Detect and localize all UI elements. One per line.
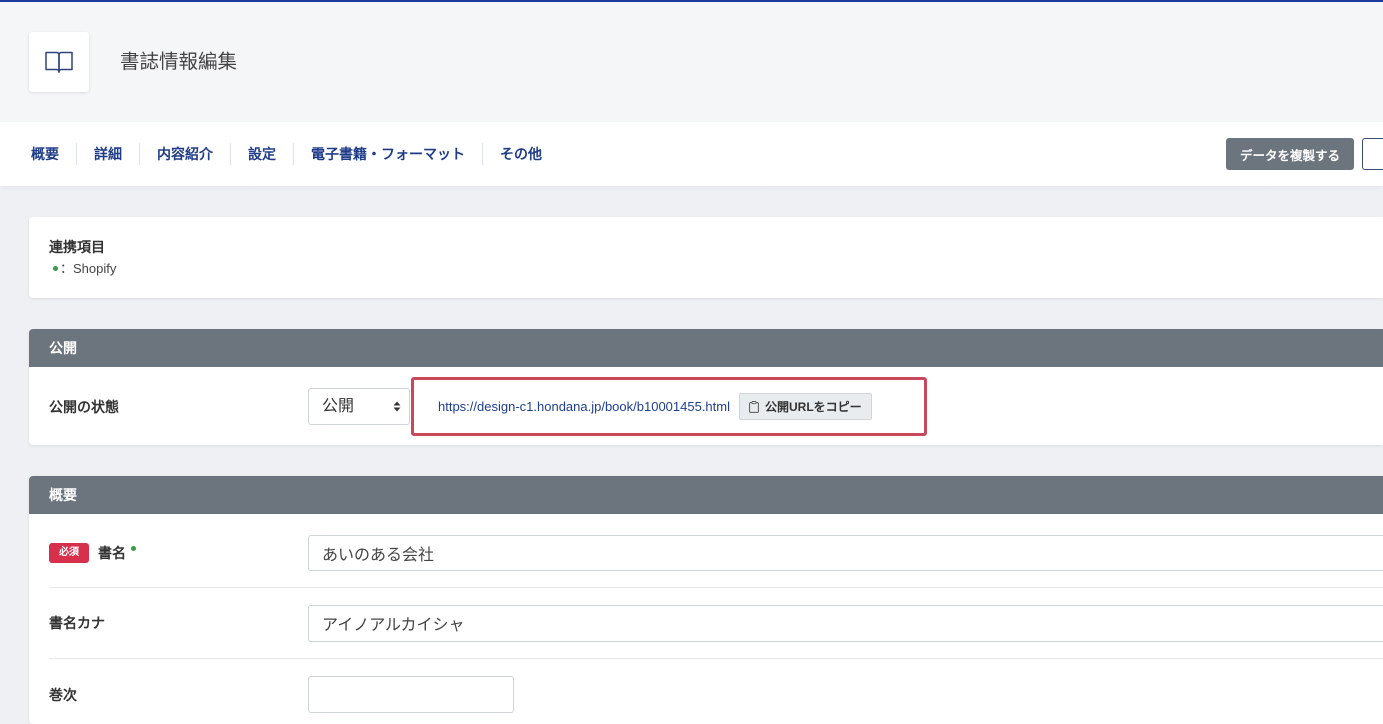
tab-list: 概要 詳細 内容紹介 設定 電子書籍・フォーマット その他 xyxy=(14,143,559,165)
book-title-label-group: 必須 書名 xyxy=(49,542,308,563)
public-url-link[interactable]: https://design-c1.hondana.jp/book/b10001… xyxy=(438,399,730,414)
tab-item-overview: 概要 xyxy=(14,143,76,165)
tab-description[interactable]: 内容紹介 xyxy=(157,146,213,162)
overview-section-header: 概要 xyxy=(29,476,1383,514)
tab-item-description: 内容紹介 xyxy=(139,143,230,165)
form-row-volume: 巻次 xyxy=(49,659,1383,724)
tab-details[interactable]: 詳細 xyxy=(94,146,122,162)
overview-section: 概要 必須 書名 書名カナ 巻次 xyxy=(29,476,1383,724)
volume-label: 巻次 xyxy=(49,686,77,703)
tab-item-settings: 設定 xyxy=(230,143,293,165)
top-accent-bar xyxy=(0,0,1383,2)
publish-section-header: 公開 xyxy=(29,329,1383,367)
tab-settings[interactable]: 設定 xyxy=(248,146,276,162)
integration-title: 連携項目 xyxy=(49,239,105,255)
tab-ebook-format[interactable]: 電子書籍・フォーマット xyxy=(311,146,465,162)
tab-bar: 概要 詳細 内容紹介 設定 電子書籍・フォーマット その他 データを複製する xyxy=(0,122,1383,186)
tab-other[interactable]: その他 xyxy=(500,146,542,162)
tab-item-ebook-format: 電子書籍・フォーマット xyxy=(293,143,482,165)
form-row-book-title-kana: 書名カナ xyxy=(49,588,1383,659)
publish-status-select-wrap: 公開 xyxy=(308,388,410,425)
tab-overview[interactable]: 概要 xyxy=(31,146,59,162)
tab-item-details: 詳細 xyxy=(76,143,139,165)
book-title-kana-input[interactable] xyxy=(308,604,1383,642)
volume-label-group: 巻次 xyxy=(49,685,308,705)
sync-indicator-dot xyxy=(131,546,136,551)
book-title-kana-label: 書名カナ xyxy=(49,615,105,631)
publish-status-label: 公開の状態 xyxy=(49,399,119,415)
page-icon-box xyxy=(29,32,89,92)
book-icon xyxy=(45,51,73,73)
secondary-action-button[interactable] xyxy=(1362,138,1383,170)
publish-section: 公開 公開の状態 公開 https://design-c1.hondana.jp… xyxy=(29,329,1383,445)
book-title-label: 書名 xyxy=(98,544,126,561)
volume-input[interactable] xyxy=(308,676,514,713)
book-info-edit-page: 書誌情報編集 概要 詳細 内容紹介 設定 電子書籍・フォーマット その他 データ… xyxy=(0,0,1383,724)
copy-public-url-label: 公開URLをコピー xyxy=(765,400,862,414)
copy-public-url-button[interactable]: 公開URLをコピー xyxy=(739,393,872,420)
book-title-input[interactable] xyxy=(308,534,1383,571)
page-title: 書誌情報編集 xyxy=(120,51,238,73)
duplicate-data-button[interactable]: データを複製する xyxy=(1226,138,1354,170)
integration-card: 連携項目 ：Shopify xyxy=(29,217,1383,298)
public-url-highlight-box: https://design-c1.hondana.jp/book/b10001… xyxy=(411,377,927,436)
book-title-kana-label-group: 書名カナ xyxy=(49,613,308,633)
integration-legend-text: ：Shopify xyxy=(60,261,117,276)
required-badge: 必須 xyxy=(49,542,89,563)
form-row-book-title: 必須 書名 xyxy=(49,514,1383,588)
clipboard-icon xyxy=(749,400,759,413)
publish-status-row: 公開の状態 公開 https://design-c1.hondana.jp/bo… xyxy=(29,367,1383,445)
tab-item-other: その他 xyxy=(482,143,559,165)
sync-indicator-dot xyxy=(53,265,58,271)
integration-legend: ：Shopify xyxy=(49,259,116,279)
publish-status-select[interactable]: 公開 xyxy=(308,388,410,425)
